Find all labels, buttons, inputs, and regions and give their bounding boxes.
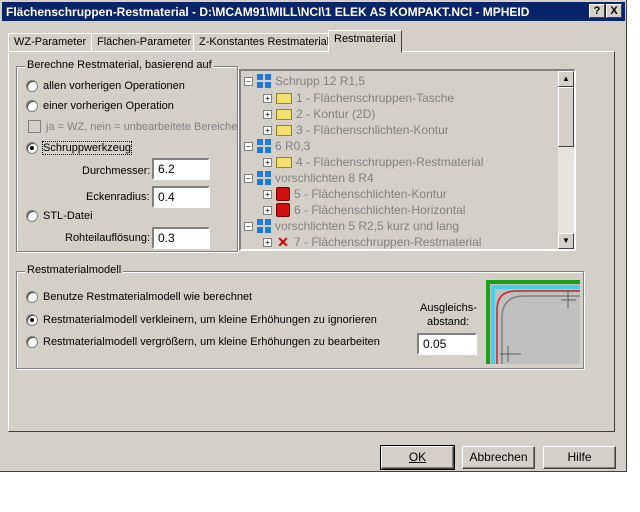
tree-item-group[interactable]: − vorschlichten 5 R2,5 kurz und lang [244, 218, 459, 234]
radio-model-shrink[interactable] [26, 314, 38, 326]
cancel-button[interactable]: Abbrechen [462, 446, 535, 469]
group-icon [257, 219, 271, 233]
durchmesser-label: Durchmesser: [82, 165, 151, 177]
tree-item-operation[interactable]: + 4 - Flächenschruppen-Restmaterial [263, 154, 483, 170]
scroll-down-icon[interactable]: ▼ [558, 233, 574, 249]
rohteil-label: Rohteilauflösung: [65, 232, 151, 244]
option-model-grow[interactable]: Restmaterialmodell vergrößern, um kleine… [26, 336, 380, 348]
tab-z-konstantes[interactable]: Z-Konstantes Restmaterial [193, 33, 336, 52]
help-button[interactable]: Hilfe [543, 446, 616, 469]
eckenradius-input[interactable]: 0.4 [152, 186, 210, 208]
checkbox-wz[interactable]: ja = WZ, nein = unbearbeitete Bereiche [28, 120, 237, 133]
tree-item-label: vorschlichten 8 R4 [275, 171, 374, 185]
option-model-as-calculated-label: Benutze Restmaterialmodell wie berechnet [43, 291, 253, 303]
radio-one-previous[interactable] [26, 100, 38, 112]
tree-item-label: 6 - Flächenschlichten-Horizontal [294, 203, 466, 217]
option-model-shrink[interactable]: Restmaterialmodell verkleinern, um klein… [26, 314, 377, 326]
close-title-button[interactable]: X [606, 4, 622, 18]
tree-item-operation[interactable]: + 6 - Flächenschlichten-Horizontal [263, 202, 465, 218]
option-all-previous-label: allen vorherigen Operationen [43, 80, 185, 92]
option-one-previous-label: einer vorherigen Operation [43, 100, 174, 112]
model-group-title: Restmaterialmodell [25, 264, 124, 276]
folder-icon [276, 156, 292, 168]
group-icon [257, 171, 271, 185]
tree-item-operation[interactable]: + ✕ 7 - Flächenschruppen-Restmaterial [263, 234, 482, 250]
dirty-operation-icon [276, 203, 290, 217]
title-bar: Flächenschruppen-Restmaterial - D:\MCAM9… [2, 2, 625, 21]
option-all-previous[interactable]: allen vorherigen Operationen [26, 80, 185, 92]
radio-schruppwerkzeug[interactable] [26, 142, 38, 154]
invalid-operation-icon: ✕ [277, 234, 289, 250]
expand-icon[interactable]: + [263, 189, 272, 199]
option-stl-label: STL-Datei [43, 210, 93, 222]
expand-icon[interactable]: + [263, 157, 272, 167]
group-icon [257, 74, 271, 88]
tab-wz-parameter[interactable]: WZ-Parameter [8, 33, 93, 52]
collapse-icon[interactable]: − [244, 141, 253, 151]
durchmesser-input[interactable]: 6.2 [152, 158, 210, 180]
checkbox-wz-box[interactable] [28, 120, 41, 133]
collapse-icon[interactable]: − [244, 76, 253, 86]
tree-item-operation[interactable]: + 3 - Flächenschlichten-Kontur [263, 122, 449, 138]
expand-icon[interactable]: + [263, 109, 272, 119]
tab-flaechen-parameter[interactable]: Flächen-Parameter [91, 33, 198, 52]
group-icon [257, 139, 271, 153]
radio-model-as-calculated[interactable] [26, 291, 38, 303]
tree-item-operation[interactable]: + 1 - Flächenschruppen-Tasche [263, 90, 454, 106]
dirty-operation-icon [276, 187, 290, 201]
option-one-previous[interactable]: einer vorherigen Operation [26, 100, 174, 112]
ausgleich-label-line2: abstand: [427, 316, 470, 328]
option-model-shrink-label: Restmaterialmodell verkleinern, um klein… [43, 314, 377, 326]
offset-illustration [486, 280, 580, 364]
tree-item-label: 4 - Flächenschruppen-Restmaterial [296, 155, 484, 169]
folder-icon [276, 92, 292, 104]
option-model-grow-label: Restmaterialmodell vergrößern, um kleine… [43, 336, 380, 348]
option-schruppwerkzeug[interactable]: Schruppwerkzeug [26, 141, 133, 155]
collapse-icon[interactable]: − [244, 173, 253, 183]
scroll-thumb[interactable] [558, 87, 574, 147]
collapse-icon[interactable]: − [244, 221, 253, 231]
tree-item-label: 3 - Flächenschlichten-Kontur [296, 123, 449, 137]
tree-item-label: 7 - Flächenschruppen-Restmaterial [294, 235, 482, 249]
ok-button[interactable]: OK [380, 445, 455, 470]
ausgleich-label-line1: Ausgleichs- [420, 302, 477, 314]
tree-item-group[interactable]: − vorschlichten 8 R4 [244, 170, 374, 186]
tree-item-label: vorschlichten 5 R2,5 kurz und lang [275, 219, 460, 233]
help-title-button[interactable]: ? [589, 4, 605, 18]
rohteil-input[interactable]: 0.3 [152, 227, 210, 249]
tree-item-group[interactable]: − Schrupp 12 R1,5 [244, 73, 365, 89]
tree-item-label: 6 R0,3 [275, 139, 311, 153]
option-model-as-calculated[interactable]: Benutze Restmaterialmodell wie berechnet [26, 291, 252, 303]
expand-icon[interactable]: + [263, 93, 272, 103]
checkbox-wz-label: ja = WZ, nein = unbearbeitete Bereiche [46, 120, 238, 133]
option-schruppwerkzeug-label: Schruppwerkzeug [41, 141, 133, 155]
scroll-up-icon[interactable]: ▲ [558, 71, 574, 87]
expand-icon[interactable]: + [263, 237, 272, 247]
radio-model-grow[interactable] [26, 336, 38, 348]
operations-tree[interactable]: − Schrupp 12 R1,5 + 1 - Flächenschruppen… [239, 69, 576, 251]
expand-icon[interactable]: + [263, 125, 272, 135]
tree-item-group[interactable]: − 6 R0,3 [244, 138, 310, 154]
ok-button-label: OK [408, 450, 427, 464]
tree-scrollbar[interactable]: ▲ ▼ [558, 71, 574, 249]
eckenradius-label: Eckenradius: [86, 191, 150, 203]
ausgleich-input[interactable]: 0.05 [417, 333, 477, 355]
option-stl[interactable]: STL-Datei [26, 210, 93, 222]
folder-icon [276, 108, 292, 120]
tree-item-label: 1 - Flächenschruppen-Tasche [296, 91, 455, 105]
folder-icon [276, 124, 292, 136]
expand-icon[interactable]: + [263, 205, 272, 215]
tab-restmaterial[interactable]: Restmaterial [328, 30, 402, 53]
window-title: Flächenschruppen-Restmaterial - D:\MCAM9… [6, 5, 530, 19]
tree-item-operation[interactable]: + 5 - Flächenschlichten-Kontur [263, 186, 447, 202]
tree-item-label: 5 - Flächenschlichten-Kontur [294, 187, 447, 201]
tree-item-label: 2 - Kontur (2D) [296, 107, 376, 121]
tree-item-label: Schrupp 12 R1,5 [275, 74, 366, 88]
calc-group-title: Berechne Restmaterial, basierend auf [25, 59, 214, 71]
radio-all-previous[interactable] [26, 80, 38, 92]
tree-item-operation[interactable]: + 2 - Kontur (2D) [263, 106, 375, 122]
dialog-window: Flächenschruppen-Restmaterial - D:\MCAM9… [0, 0, 627, 472]
radio-stl[interactable] [26, 210, 38, 222]
